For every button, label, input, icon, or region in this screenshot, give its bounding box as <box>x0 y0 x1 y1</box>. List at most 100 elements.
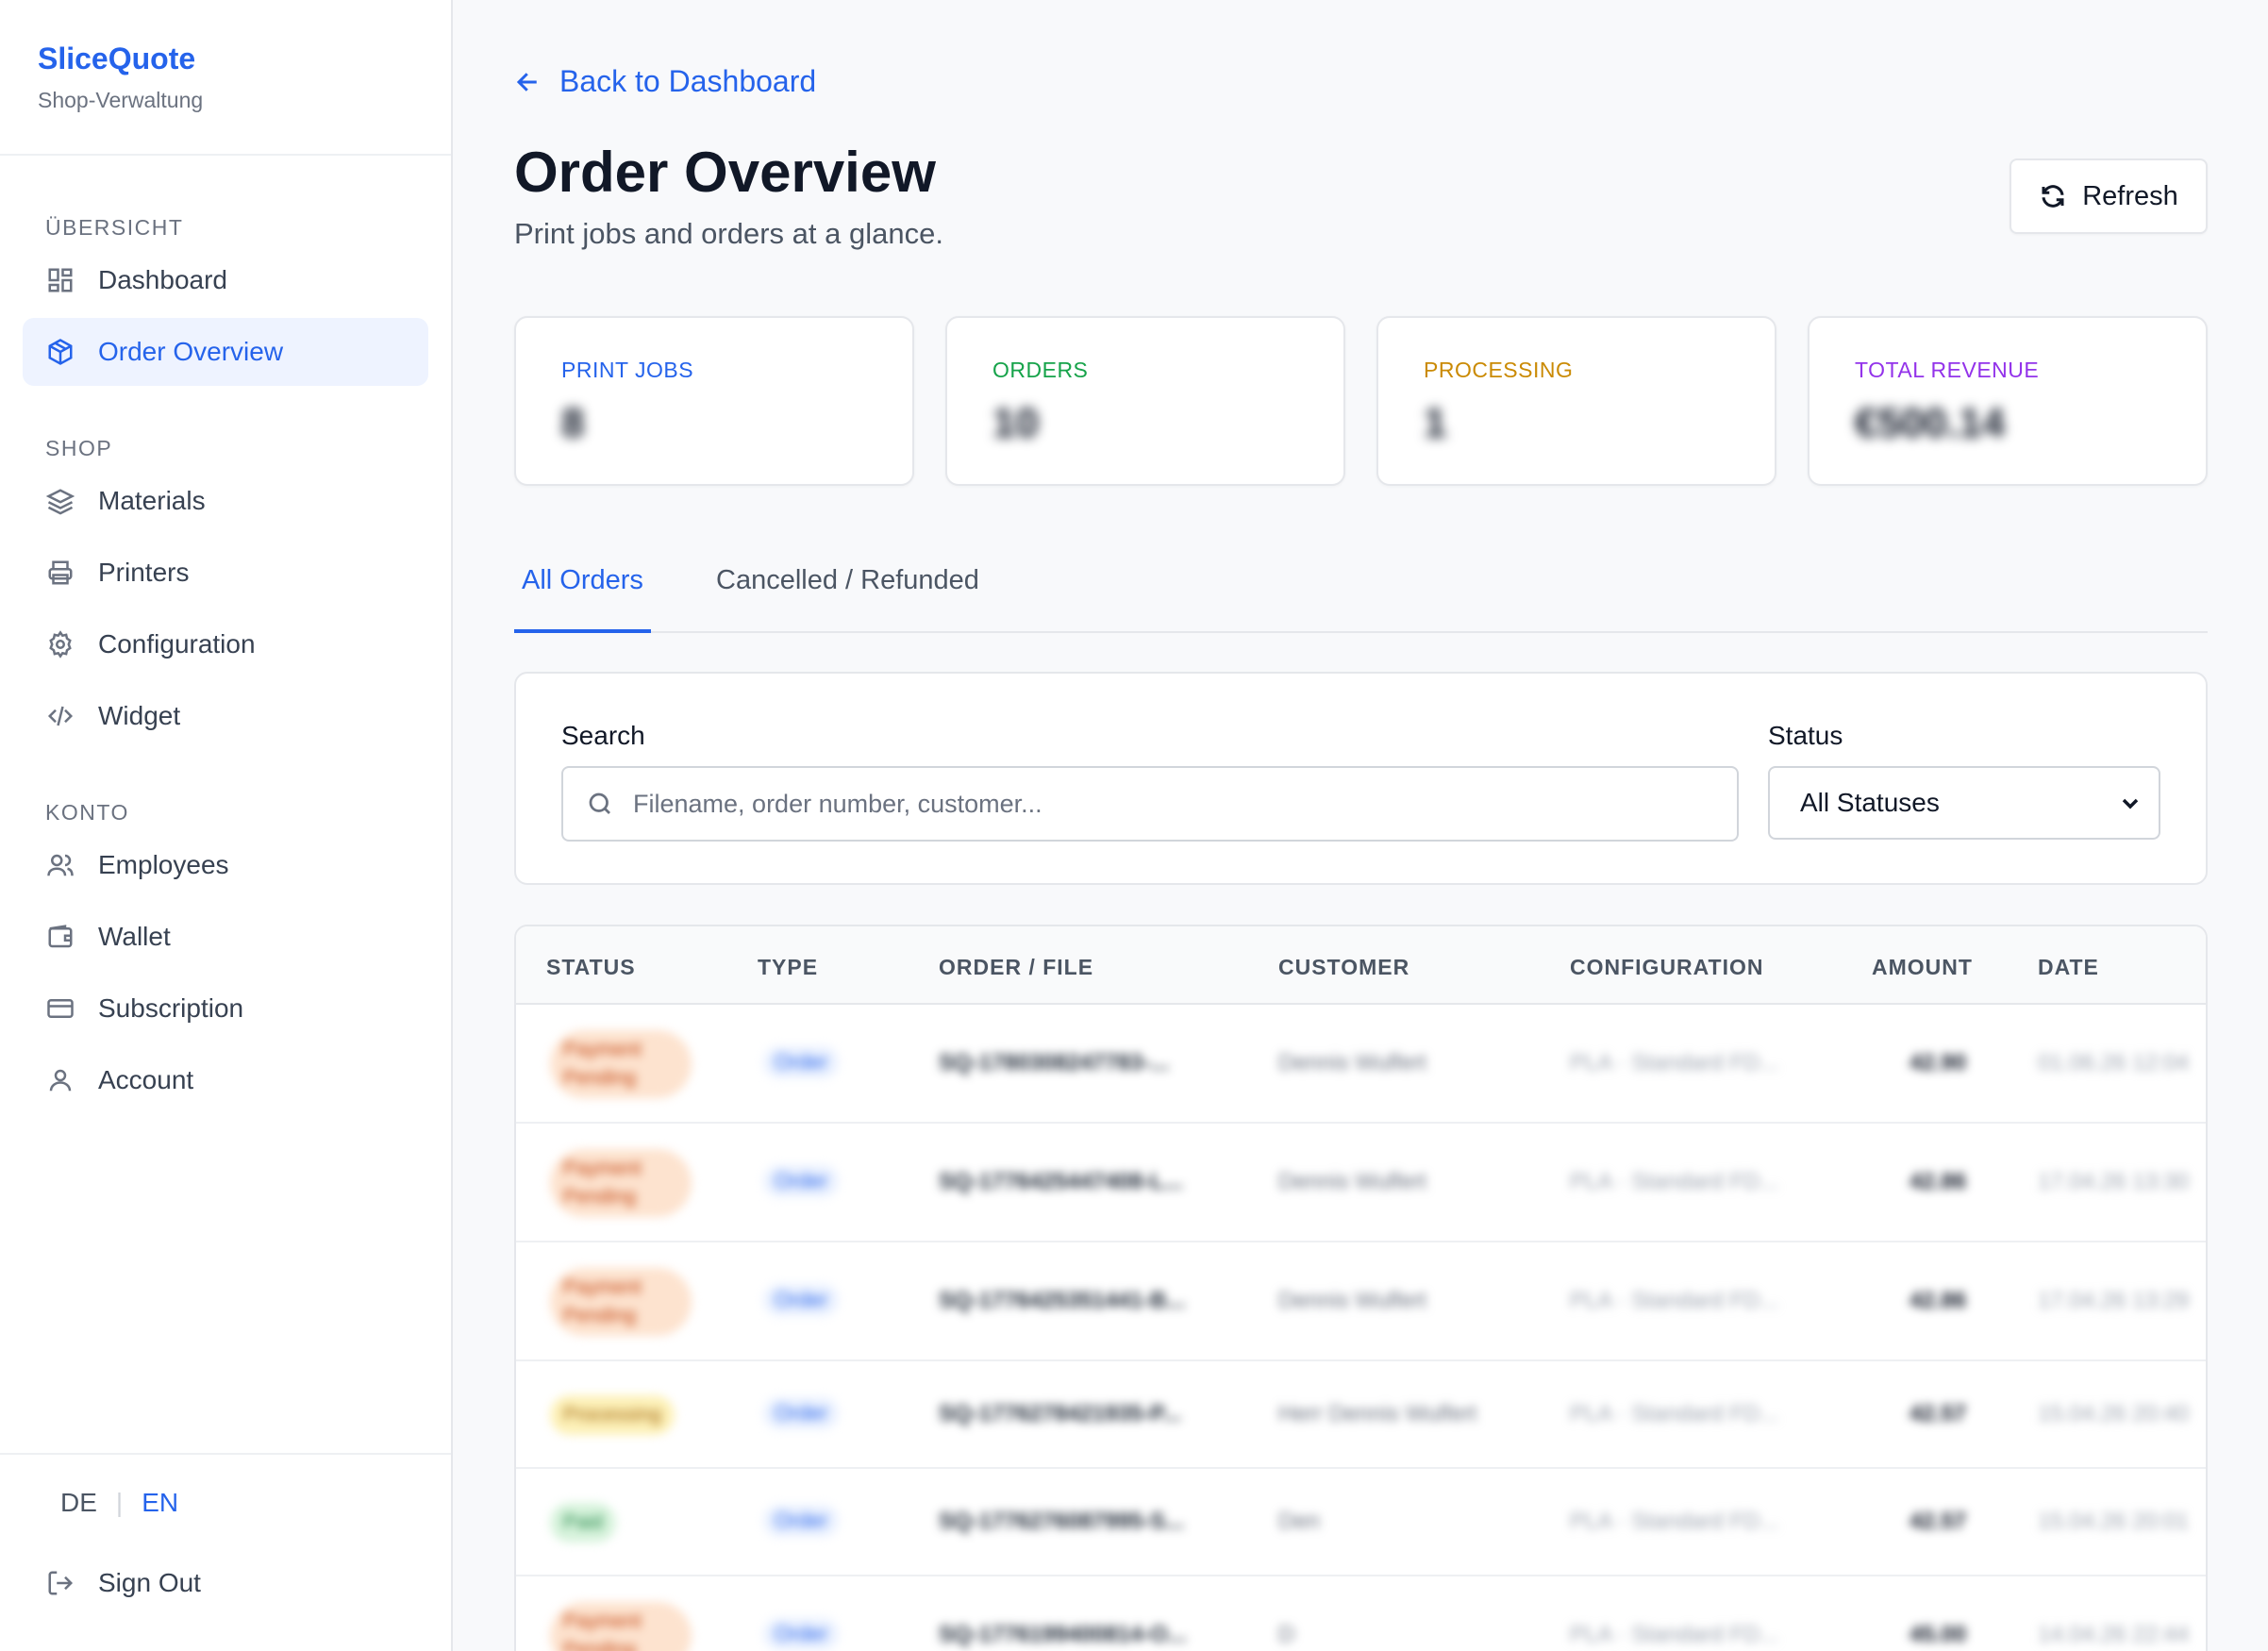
order-file-cell[interactable]: SQ-1776425447408-L... <box>939 1169 1183 1195</box>
wallet-icon <box>45 922 75 952</box>
order-tabs: All Orders Cancelled / Refunded <box>514 552 2208 633</box>
brand-name[interactable]: SliceQuote <box>38 42 413 76</box>
configuration-cell: PLA · Standard FD... <box>1570 1509 1779 1534</box>
col-status[interactable]: STATUS <box>546 955 636 980</box>
amount-cell: 42.57 <box>1909 1509 1967 1534</box>
sidebar-item-label: Subscription <box>98 993 244 1023</box>
sign-out-button[interactable]: Sign Out <box>23 1549 428 1617</box>
sidebar-item-label: Printers <box>98 558 190 587</box>
order-file-cell[interactable]: SQ-1776276087995-S... <box>939 1509 1184 1535</box>
search-field[interactable] <box>561 766 1739 842</box>
stat-value: 10 <box>992 400 1039 446</box>
sidebar-item-label: Wallet <box>98 922 171 951</box>
status-badge: Payment Pending <box>550 1268 692 1336</box>
customer-cell: Dennis Wulfert <box>1278 1288 1426 1313</box>
stat-label: TOTAL REVENUE <box>1855 358 2040 382</box>
status-label: Status <box>1768 721 1843 750</box>
amount-cell: 42.86 <box>1909 1288 1967 1313</box>
order-file-cell[interactable]: SQ-1776278421935-P... <box>939 1401 1181 1427</box>
lang-de[interactable]: DE <box>60 1488 97 1518</box>
sidebar-item-employees[interactable]: Employees <box>23 831 428 899</box>
search-input[interactable] <box>633 789 1718 819</box>
sidebar-item-materials[interactable]: Materials <box>23 467 428 535</box>
stats-row: PRINT JOBS 8 ORDERS 10 PROCESSING 1 TOTA… <box>514 316 2208 486</box>
sidebar-item-order-overview[interactable]: Order Overview <box>23 318 428 386</box>
layers-icon <box>45 486 75 516</box>
customer-cell: Dennis Wulfert <box>1278 1050 1426 1076</box>
col-customer[interactable]: CUSTOMER <box>1278 955 1409 980</box>
col-order-file[interactable]: ORDER / FILE <box>939 955 1093 980</box>
dashboard-icon <box>45 265 75 295</box>
sign-out-icon <box>45 1568 75 1598</box>
col-configuration[interactable]: CONFIGURATION <box>1570 955 1764 980</box>
filter-panel: Search Status All Statuses <box>514 672 2208 885</box>
brand-subtitle: Shop-Verwaltung <box>38 88 204 112</box>
amount-cell: 45.00 <box>1909 1622 1967 1647</box>
tab-cancelled-refunded[interactable]: Cancelled / Refunded <box>716 552 979 633</box>
table-row[interactable]: Payment Pending Order SQ-1776199400814-O..… <box>516 1576 2206 1651</box>
status-select-value: All Statuses <box>1800 788 1940 817</box>
sidebar-item-subscription[interactable]: Subscription <box>23 975 428 1042</box>
sign-out-label: Sign Out <box>98 1568 201 1597</box>
table-row[interactable]: Payment Pending Order SQ-1776425447408-L..… <box>516 1124 2206 1242</box>
type-badge: Order <box>763 1165 840 1197</box>
stat-label: PROCESSING <box>1424 358 1574 382</box>
back-to-dashboard-link[interactable]: Back to Dashboard <box>514 64 816 99</box>
sidebar-item-label: Employees <box>98 850 229 879</box>
table-row[interactable]: Processing Order SQ-1776278421935-P... Herr… <box>516 1361 2206 1469</box>
sidebar-item-dashboard[interactable]: Dashboard <box>23 246 428 314</box>
page-title: Order Overview <box>514 141 936 204</box>
table-header: STATUS TYPE ORDER / FILE CUSTOMER CONFIG… <box>516 926 2206 1005</box>
status-select[interactable]: All Statuses <box>1768 766 2160 840</box>
type-badge: Order <box>763 1505 840 1537</box>
lang-en[interactable]: EN <box>142 1488 178 1518</box>
orders-table: STATUS TYPE ORDER / FILE CUSTOMER CONFIG… <box>514 925 2208 1651</box>
box-icon <box>45 337 75 367</box>
user-icon <box>45 1065 75 1095</box>
refresh-button[interactable]: Refresh <box>2010 158 2208 234</box>
configuration-cell: PLA · Standard FD... <box>1570 1169 1779 1194</box>
sidebar-item-account[interactable]: Account <box>23 1046 428 1114</box>
stat-value: 1 <box>1424 400 1447 446</box>
stat-label: PRINT JOBS <box>561 358 694 382</box>
date-cell: 17.04.26 13:30 <box>2038 1169 2190 1194</box>
sidebar-item-wallet[interactable]: Wallet <box>23 903 428 971</box>
customer-cell: Den <box>1278 1509 1321 1534</box>
col-type[interactable]: TYPE <box>758 955 818 980</box>
table-row[interactable]: Paid Order SQ-1776276087995-S... Den PLA · S… <box>516 1469 2206 1576</box>
chevron-down-icon <box>2122 798 2139 809</box>
stat-value: 8 <box>561 400 585 446</box>
refresh-label: Refresh <box>2082 180 2178 211</box>
printer-icon <box>45 558 75 588</box>
nav-section-account: KONTO Employees Wallet Subscription Acco… <box>0 754 451 1114</box>
col-date[interactable]: DATE <box>2038 955 2099 980</box>
type-badge: Order <box>763 1397 840 1429</box>
nav-section-shop: SHOP Materials Printers Configuration Wi… <box>0 390 451 750</box>
stat-value: €500.14 <box>1855 400 2006 446</box>
sidebar-item-printers[interactable]: Printers <box>23 539 428 607</box>
order-file-cell[interactable]: SQ-1776199400814-O... <box>939 1622 1187 1648</box>
table-row[interactable]: Payment Pending Order SQ-1776425351441-B..… <box>516 1242 2206 1361</box>
date-cell: 17.04.26 13:29 <box>2038 1288 2190 1313</box>
sidebar-item-widget[interactable]: Widget <box>23 682 428 750</box>
sidebar: SliceQuote Shop-Verwaltung ÜBERSICHT Das… <box>0 0 453 1651</box>
refresh-icon <box>2042 185 2064 208</box>
order-file-cell[interactable]: SQ-1776425351441-B... <box>939 1288 1186 1314</box>
table-row[interactable]: Payment Pending Order SQ-1780308247783-...… <box>516 1005 2206 1124</box>
col-amount[interactable]: AMOUNT <box>1872 955 1973 980</box>
tab-all-orders[interactable]: All Orders <box>514 552 651 633</box>
page-subtitle: Print jobs and orders at a glance. <box>514 217 943 250</box>
sidebar-item-configuration[interactable]: Configuration <box>23 610 428 678</box>
stat-card-print-jobs: PRINT JOBS 8 <box>514 316 914 486</box>
stat-card-total-revenue: TOTAL REVENUE €500.14 <box>1808 316 2208 486</box>
configuration-cell: PLA · Standard FD... <box>1570 1622 1779 1647</box>
status-badge: Payment Pending <box>550 1149 692 1217</box>
search-label: Search <box>561 721 645 750</box>
customer-cell: D <box>1278 1622 1295 1647</box>
back-label: Back to Dashboard <box>559 64 817 98</box>
sidebar-item-label: Materials <box>98 486 206 515</box>
stat-label: ORDERS <box>992 358 1089 382</box>
customer-cell: Dennis Wulfert <box>1278 1169 1426 1194</box>
sidebar-item-label: Account <box>98 1065 194 1094</box>
order-file-cell[interactable]: SQ-1780308247783-... <box>939 1050 1169 1076</box>
